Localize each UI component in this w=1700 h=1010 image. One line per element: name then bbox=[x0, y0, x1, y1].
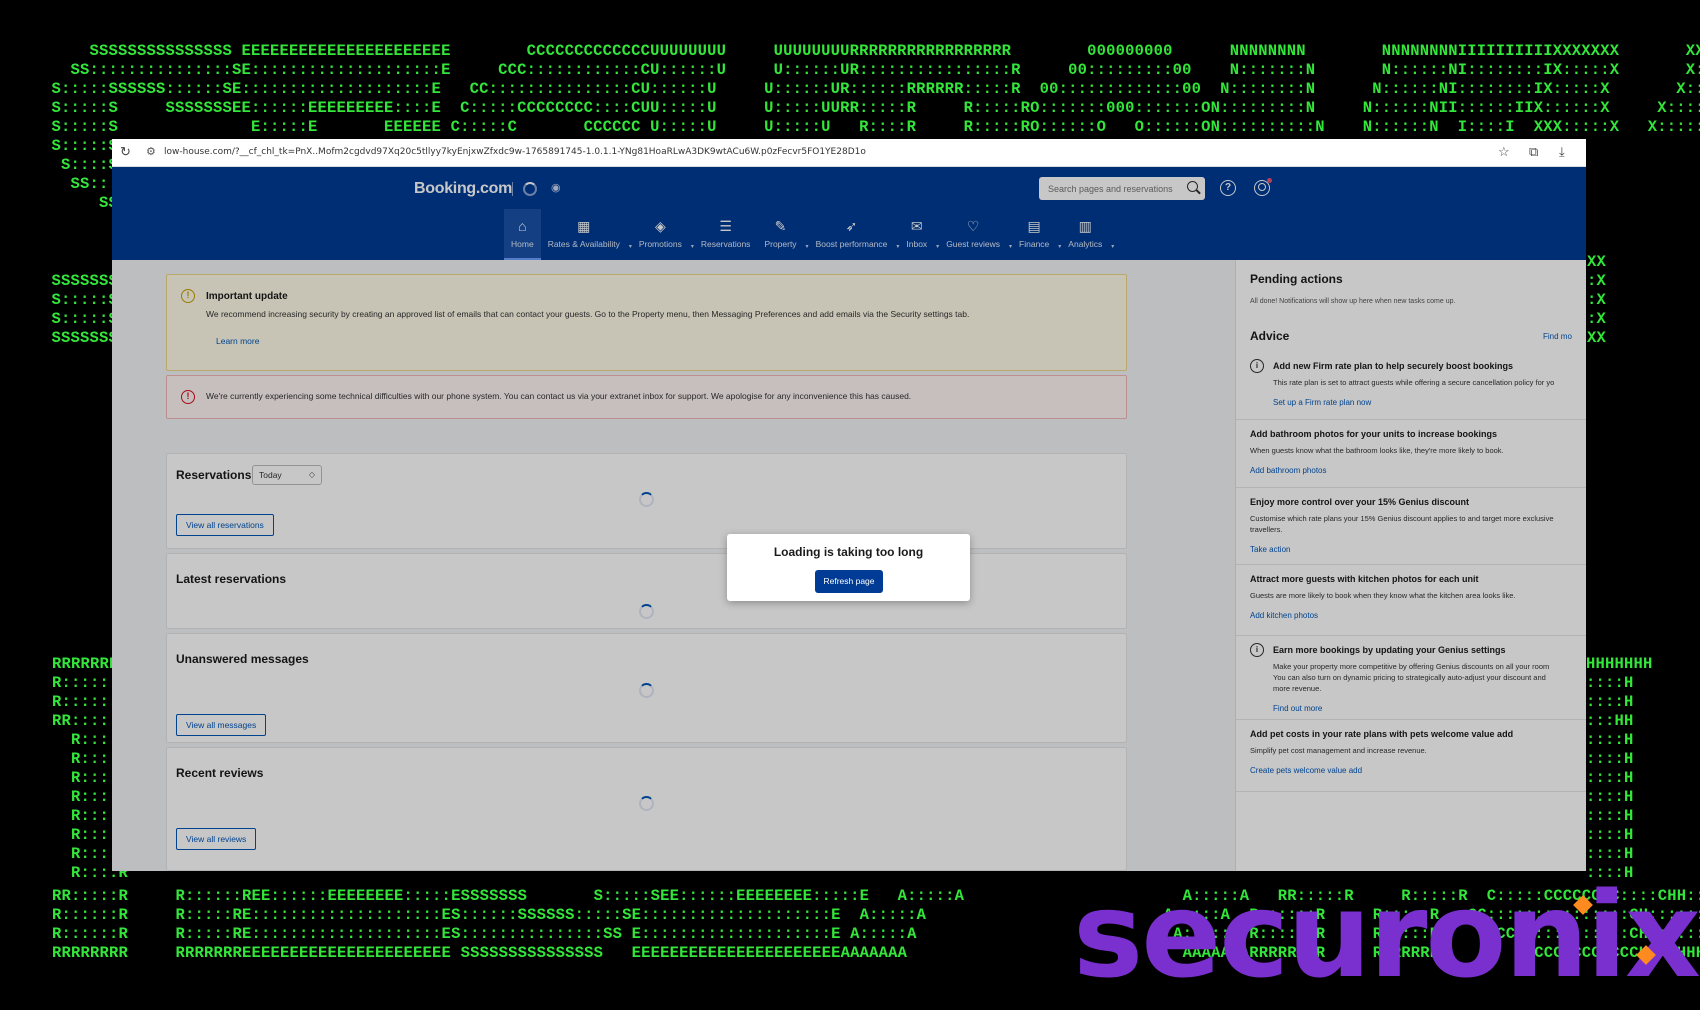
ascii-line: ::::H bbox=[1586, 845, 1634, 863]
ascii-line: ::::H bbox=[1586, 826, 1634, 844]
screenshot-stage: SSSSSSSSSSSSSSS EEEEEEEEEEEEEEEEEEEEEE C… bbox=[0, 0, 1700, 1010]
refresh-page-button[interactable]: Refresh page bbox=[815, 570, 883, 593]
reload-icon[interactable]: ↻ bbox=[120, 144, 131, 160]
ascii-line: SS:::::::::::::::SE::::::::::::::::::::E… bbox=[42, 61, 1700, 79]
ascii-line: SSSSSSS bbox=[42, 272, 119, 290]
star-icon[interactable]: ☆ bbox=[1498, 144, 1510, 160]
ascii-line: S:::::S SSSSSSSEE::::::EEEEEEEEE::::E C:… bbox=[42, 99, 1700, 117]
ascii-line: :X bbox=[1587, 272, 1607, 290]
download-icon[interactable]: ⤓ bbox=[1559, 144, 1565, 160]
ascii-line: :::HH bbox=[1586, 712, 1634, 730]
ascii-line: S:::::SSSSSS::::::SE::::::::::::::::::::… bbox=[42, 80, 1700, 98]
ascii-line: HHHHHHH bbox=[1586, 655, 1653, 673]
ascii-line: SSSSSSS bbox=[42, 329, 119, 347]
ascii-line: :X bbox=[1587, 310, 1607, 328]
extensions-icon[interactable]: ⧉ bbox=[1529, 144, 1538, 160]
ascii-line: ::::H bbox=[1586, 693, 1634, 711]
ascii-line: ::::H bbox=[1586, 807, 1634, 825]
ascii-line: ::::H bbox=[1586, 788, 1634, 806]
ascii-line: S:::::S bbox=[42, 137, 119, 155]
securonix-logo: securonix bbox=[1073, 876, 1700, 1010]
browser-window: ↻ ⚙ low-house.com/?__cf_chl_tk=PnX..Mofm… bbox=[112, 139, 1586, 871]
ascii-line: :X bbox=[1587, 291, 1607, 309]
site-info-icon[interactable]: ⚙ bbox=[146, 145, 156, 158]
ascii-line: S:::::S bbox=[42, 291, 119, 309]
modal-title: Loading is taking too long bbox=[773, 545, 924, 559]
ascii-line: XX bbox=[1587, 253, 1607, 271]
ascii-line: SSSSSSSSSSSSSSS EEEEEEEEEEEEEEEEEEEEEE C… bbox=[42, 42, 1700, 60]
address-bar: ↻ ⚙ low-house.com/?__cf_chl_tk=PnX..Mofm… bbox=[112, 139, 1586, 167]
modal-backdrop bbox=[112, 167, 1586, 871]
ascii-line: XX bbox=[1587, 329, 1607, 347]
loading-timeout-modal: Loading is taking too long Refresh page bbox=[727, 534, 970, 601]
ascii-line: ::::H bbox=[1586, 750, 1634, 768]
ascii-line: S:::::S E:::::E EEEEEE C:::::C CCCCCC U:… bbox=[42, 118, 1700, 136]
url-text[interactable]: low-house.com/?__cf_chl_tk=PnX..Mofm2cgd… bbox=[164, 147, 866, 157]
ascii-line: ::::H bbox=[1586, 769, 1634, 787]
securonix-wordmark: securonix bbox=[1073, 866, 1700, 1004]
ascii-line: ::::H bbox=[1586, 731, 1634, 749]
ascii-line: S:::::S bbox=[42, 310, 119, 328]
ascii-line: ::::H bbox=[1586, 674, 1634, 692]
